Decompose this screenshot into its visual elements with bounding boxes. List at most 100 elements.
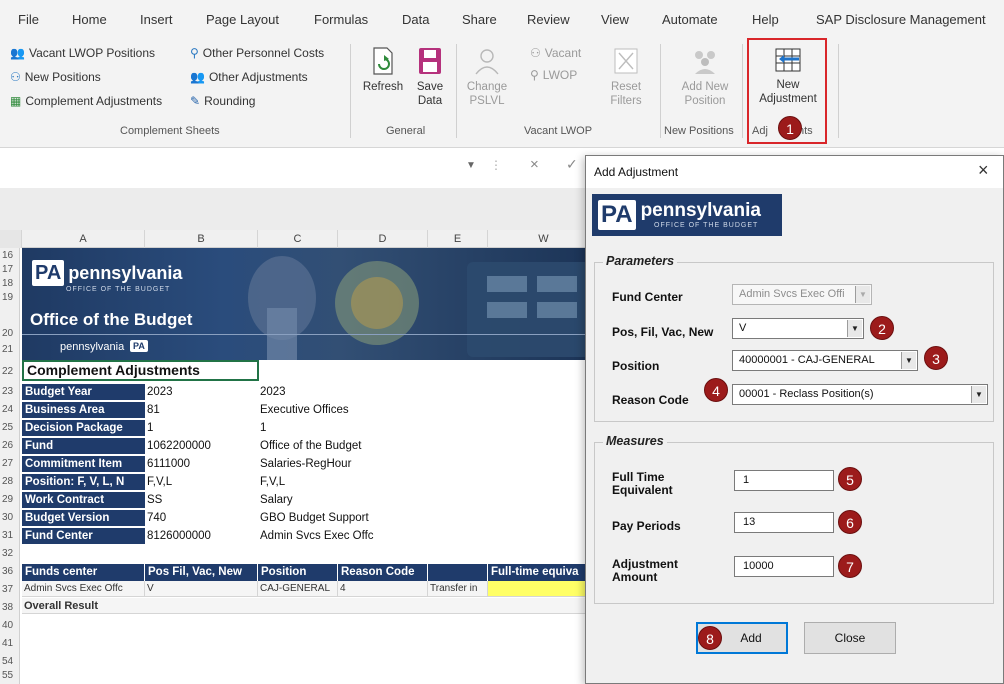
row-number[interactable]: 41: [0, 638, 20, 649]
param-code[interactable]: 1062200000: [145, 438, 258, 454]
row-number[interactable]: 29: [0, 494, 20, 505]
param-code[interactable]: F,V,L: [145, 474, 258, 490]
row-number[interactable]: 20: [0, 328, 20, 339]
menu-insert[interactable]: Insert: [140, 12, 173, 27]
param-code[interactable]: 6111000: [145, 456, 258, 472]
menu-file[interactable]: File: [18, 12, 39, 27]
param-text[interactable]: F,V,L: [258, 474, 458, 490]
param-text[interactable]: GBO Budget Support: [258, 510, 458, 526]
row-number[interactable]: 22: [0, 366, 20, 377]
table-cell[interactable]: CAJ-GENERAL: [258, 581, 338, 597]
close-icon[interactable]: ×: [978, 160, 989, 181]
vacant-button[interactable]: ⚇ Vacant: [530, 46, 581, 60]
param-text[interactable]: Salaries-RegHour: [258, 456, 458, 472]
amount-input[interactable]: 10000: [734, 556, 834, 577]
other-personnel-costs-button[interactable]: ⚲ Other Personnel Costs: [190, 46, 324, 60]
refresh-button[interactable]: Refresh: [360, 46, 406, 94]
row-number[interactable]: 23: [0, 386, 20, 397]
table-cell-highlighted[interactable]: [488, 581, 600, 597]
row-number[interactable]: 28: [0, 476, 20, 487]
param-text[interactable]: 2023: [258, 384, 458, 400]
column-header-a[interactable]: A: [22, 230, 145, 248]
row-number[interactable]: 27: [0, 458, 20, 469]
row-number[interactable]: 36: [0, 566, 20, 577]
save-data-button[interactable]: Save Data: [412, 46, 448, 108]
change-pslvl-button[interactable]: Change PSLVL: [464, 46, 510, 108]
add-new-position-button[interactable]: Add New Position: [672, 46, 738, 108]
column-header-e[interactable]: E: [428, 230, 488, 248]
param-text[interactable]: Salary: [258, 492, 458, 508]
row-number[interactable]: 24: [0, 404, 20, 415]
rounding-button[interactable]: ✎ Rounding: [190, 94, 255, 108]
param-text[interactable]: 1: [258, 420, 458, 436]
param-code[interactable]: 81: [145, 402, 258, 418]
param-code[interactable]: 2023: [145, 384, 258, 400]
menu-share[interactable]: Share: [462, 12, 497, 27]
overall-result-row[interactable]: Overall Result: [22, 598, 600, 614]
param-text[interactable]: Executive Offices: [258, 402, 458, 418]
column-header-c[interactable]: C: [258, 230, 338, 248]
column-header-w[interactable]: W: [488, 230, 600, 248]
table-header[interactable]: Pos Fil, Vac, New: [145, 564, 258, 581]
vacant-lwop-positions-button[interactable]: 👥 Vacant LWOP Positions: [10, 46, 155, 60]
lwop-button[interactable]: ⚲ LWOP: [530, 68, 577, 82]
menu-sap-disclosure[interactable]: SAP Disclosure Management: [816, 12, 986, 27]
param-code[interactable]: SS: [145, 492, 258, 508]
param-text[interactable]: Admin Svcs Exec Offc: [258, 528, 458, 544]
row-number[interactable]: 19: [0, 292, 20, 303]
row-number[interactable]: 32: [0, 548, 20, 559]
enter-icon[interactable]: ✓: [566, 156, 578, 173]
menu-data[interactable]: Data: [402, 12, 429, 27]
table-header[interactable]: Full-time equiva: [488, 564, 600, 581]
column-header-d[interactable]: D: [338, 230, 428, 248]
row-number[interactable]: 31: [0, 530, 20, 541]
cancel-icon[interactable]: ×: [530, 156, 539, 173]
menu-view[interactable]: View: [601, 12, 629, 27]
row-number[interactable]: 18: [0, 278, 20, 289]
table-cell[interactable]: Transfer in: [428, 581, 488, 597]
row-number[interactable]: 25: [0, 422, 20, 433]
menu-formulas[interactable]: Formulas: [314, 12, 368, 27]
name-box-dropdown-icon[interactable]: ▼: [466, 160, 476, 171]
menu-review[interactable]: Review: [527, 12, 570, 27]
param-code[interactable]: 740: [145, 510, 258, 526]
menu-page-layout[interactable]: Page Layout: [206, 12, 279, 27]
row-number[interactable]: 17: [0, 264, 20, 275]
row-number[interactable]: 16: [0, 250, 20, 261]
row-number[interactable]: 54: [0, 656, 20, 667]
param-text[interactable]: Office of the Budget: [258, 438, 458, 454]
fte-input[interactable]: 1: [734, 470, 834, 491]
table-cell[interactable]: 4: [338, 581, 428, 597]
select-all-corner[interactable]: [0, 230, 22, 248]
row-number[interactable]: 26: [0, 440, 20, 451]
position-select[interactable]: 40000001 - CAJ-GENERAL ▼: [732, 350, 918, 371]
menu-home[interactable]: Home: [72, 12, 107, 27]
row-number[interactable]: 21: [0, 344, 20, 355]
table-header[interactable]: Reason Code: [338, 564, 428, 581]
row-number[interactable]: 38: [0, 602, 20, 613]
other-adjustments-button[interactable]: 👥 Other Adjustments: [190, 70, 308, 84]
close-button[interactable]: Close: [804, 622, 896, 654]
menu-automate[interactable]: Automate: [662, 12, 718, 27]
row-number[interactable]: 40: [0, 620, 20, 631]
reset-filters-button[interactable]: Reset Filters: [604, 46, 648, 108]
row-number[interactable]: 30: [0, 512, 20, 523]
sheet-title-cell[interactable]: Complement Adjustments: [22, 360, 259, 381]
menu-help[interactable]: Help: [752, 12, 779, 27]
new-positions-button[interactable]: ⚇ New Positions: [10, 70, 101, 84]
table-cell[interactable]: V: [145, 581, 258, 597]
table-cell[interactable]: Admin Svcs Exec Offc: [22, 581, 145, 597]
table-header[interactable]: Funds center: [22, 564, 145, 581]
row-number[interactable]: 37: [0, 584, 20, 595]
reason-code-select[interactable]: 00001 - Reclass Position(s) ▼: [732, 384, 988, 405]
param-code[interactable]: 1: [145, 420, 258, 436]
table-header[interactable]: [428, 564, 488, 581]
param-code[interactable]: 8126000000: [145, 528, 258, 544]
table-header[interactable]: Position: [258, 564, 338, 581]
posfil-select[interactable]: V ▼: [732, 318, 864, 339]
column-header-b[interactable]: B: [145, 230, 258, 248]
fund-center-select[interactable]: Admin Svcs Exec Offi ▼: [732, 284, 872, 305]
pay-periods-input[interactable]: 13: [734, 512, 834, 533]
complement-adjustments-button[interactable]: ▦ Complement Adjustments: [10, 94, 162, 108]
row-number[interactable]: 55: [0, 670, 20, 681]
